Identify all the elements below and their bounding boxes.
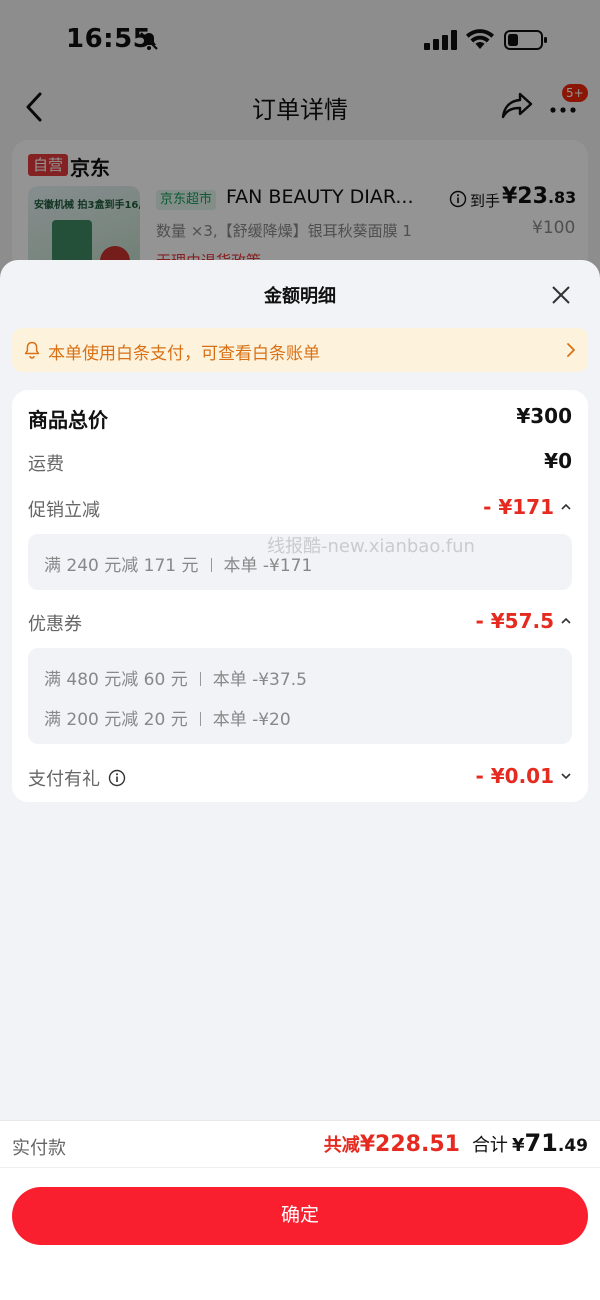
confirm-button[interactable]: 确定 xyxy=(12,1187,588,1245)
promo-discount-label: 促销立减 xyxy=(28,500,100,521)
chevron-up-icon xyxy=(561,617,571,624)
bell-icon xyxy=(24,341,40,359)
coupon-detail-line: 满 480 元减 60 元 本单 -¥37.5 xyxy=(44,665,307,690)
modal-overlay[interactable] xyxy=(0,0,600,300)
grand-total-int: 71 xyxy=(524,1129,558,1157)
pay-gift-label-text: 支付有礼 xyxy=(28,769,100,790)
promo-discount-value: - ¥171 xyxy=(483,495,554,519)
close-icon[interactable] xyxy=(548,282,574,308)
promo-discount-toggle[interactable]: - ¥171 xyxy=(483,495,572,519)
shipping-value: ¥0 xyxy=(544,449,572,473)
amount-detail-card: 商品总价 ¥300 运费 ¥0 促销立减 - ¥171 满 240 元减 171… xyxy=(12,390,588,802)
pay-gift-value: - ¥0.01 xyxy=(475,764,554,788)
separator xyxy=(199,672,201,686)
payment-summary: 共减 ¥228.51 合计 ¥ 71 .49 xyxy=(324,1129,588,1157)
grand-total-label: 合计 xyxy=(471,1135,508,1156)
grand-total-dec: .49 xyxy=(557,1136,588,1156)
promo-this-order: 本单 -¥171 xyxy=(223,556,313,576)
separator xyxy=(210,558,212,572)
coupon-label: 优惠券 xyxy=(28,614,82,635)
chevron-down-icon xyxy=(561,773,571,780)
shipping-label: 运费 xyxy=(28,454,64,475)
chevron-up-icon xyxy=(561,503,571,510)
amount-detail-sheet: 金额明细 本单使用白条支付，可查看白条账单 商品总价 ¥300 运费 ¥0 促销… xyxy=(0,260,600,1300)
grand-total-currency: ¥ xyxy=(511,1135,525,1156)
screen: 16:55 订单详情 5+ 自营 京东 安徽机械 拍3盒到手16片 京东超市 F… xyxy=(0,0,600,1300)
coupon-detail-box: 满 480 元减 60 元 本单 -¥37.5 满 200 元减 20 元 本单 -… xyxy=(28,648,572,744)
total-saved-amount: ¥228.51 xyxy=(359,1132,460,1157)
divider xyxy=(0,1167,600,1168)
coupon-rule: 满 200 元减 20 元 xyxy=(44,710,188,730)
sheet-title: 金额明细 xyxy=(264,286,336,307)
coupon-toggle[interactable]: - ¥57.5 xyxy=(475,609,572,633)
coupon-this-order: 本单 -¥20 xyxy=(212,710,291,730)
chevron-right-icon xyxy=(567,343,575,357)
total-price-value: ¥300 xyxy=(516,404,572,428)
info-icon[interactable] xyxy=(108,769,126,787)
coupon-rule: 满 480 元减 60 元 xyxy=(44,670,188,690)
total-price-label: 商品总价 xyxy=(28,408,108,432)
promo-rule: 满 240 元减 171 元 xyxy=(44,556,199,576)
total-saved-label: 共减 xyxy=(323,1135,360,1156)
payment-footer: 实付款 共减 ¥228.51 合计 ¥ 71 .49 确定 xyxy=(0,1120,600,1300)
pay-gift-toggle[interactable]: - ¥0.01 xyxy=(475,764,572,788)
coupon-detail-line: 满 200 元减 20 元 本单 -¥20 xyxy=(44,705,291,730)
order-detail-page: 16:55 订单详情 5+ 自营 京东 安徽机械 拍3盒到手16片 京东超市 F… xyxy=(0,0,600,310)
separator xyxy=(199,712,201,726)
watermark: 线报酷-new.xianbao.fun xyxy=(267,536,475,557)
notice-text: 本单使用白条支付，可查看白条账单 xyxy=(48,344,320,364)
coupon-value: - ¥57.5 xyxy=(475,609,554,633)
pay-gift-label: 支付有礼 xyxy=(28,765,126,791)
baitiao-notice[interactable]: 本单使用白条支付，可查看白条账单 xyxy=(12,328,588,372)
actual-payment-label: 实付款 xyxy=(12,1138,66,1159)
coupon-this-order: 本单 -¥37.5 xyxy=(212,670,307,690)
